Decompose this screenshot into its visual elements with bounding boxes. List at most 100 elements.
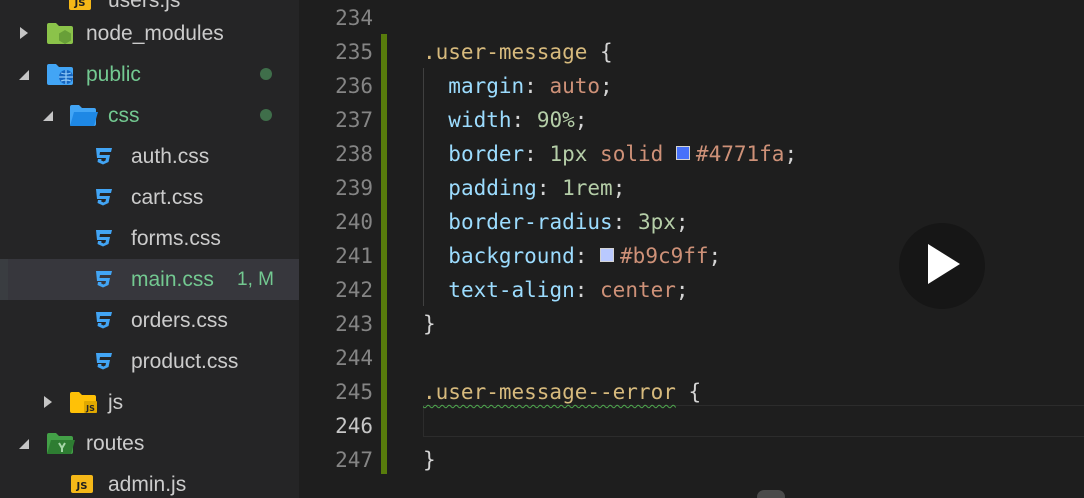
- line-number: 237: [335, 108, 373, 132]
- horizontal-scrollbar[interactable]: [757, 490, 785, 498]
- line-number: 246: [335, 414, 373, 438]
- svg-text:JS: JS: [85, 404, 95, 413]
- code-token: :: [612, 210, 638, 234]
- code-token: ;: [708, 244, 722, 268]
- chevron-down-icon[interactable]: [17, 68, 31, 82]
- tree-item-label: forms.css: [131, 226, 221, 250]
- tree-item-label: node_modules: [86, 21, 224, 45]
- code-line[interactable]: border: 1px solid #4771fa;: [423, 137, 797, 171]
- modified-dot: [260, 68, 272, 80]
- explorer-sidebar: JS users.js node_modules public css auth…: [0, 0, 299, 498]
- code-line[interactable]: margin: auto;: [423, 69, 612, 103]
- tree-item-orders-css[interactable]: orders.css: [0, 300, 299, 341]
- code-token: 90%: [536, 108, 575, 132]
- code-token: 1px: [549, 142, 588, 166]
- modified-dot: [260, 109, 272, 121]
- tree-item-label: admin.js: [108, 472, 187, 496]
- chevron-down-icon[interactable]: [41, 109, 55, 123]
- problems-modified-badge: 1, M: [237, 268, 274, 290]
- code-token: background: [448, 244, 575, 268]
- code-token: 3px: [637, 210, 676, 234]
- line-number: 247: [335, 448, 373, 472]
- line-number: 241: [335, 244, 373, 268]
- tree-item-label: product.css: [131, 349, 239, 373]
- code-line[interactable]: padding: 1rem;: [423, 171, 625, 205]
- routes-folder-icon: [46, 431, 76, 455]
- code-token: padding: [448, 176, 537, 200]
- css-file-icon: [93, 227, 115, 249]
- tree-item-cart-css[interactable]: cart.css: [0, 177, 299, 218]
- code-token: margin: [448, 74, 525, 98]
- code-token: .user-message: [423, 40, 588, 64]
- color-swatch[interactable]: [600, 248, 615, 262]
- code-token: :: [574, 244, 601, 268]
- line-number: 238: [335, 142, 373, 166]
- css-file-icon: [93, 145, 115, 167]
- code-token: auto: [549, 74, 601, 98]
- code-line[interactable]: .user-message {: [423, 35, 613, 69]
- line-number: 236: [335, 74, 373, 98]
- code-token: :: [524, 142, 550, 166]
- code-token: ;: [675, 278, 689, 302]
- tree-item-public[interactable]: public: [0, 54, 299, 95]
- code-token: #b9c9ff: [620, 244, 709, 268]
- code-line[interactable]: border-radius: 3px;: [423, 205, 688, 239]
- code-token: :: [574, 278, 601, 302]
- line-number: 242: [335, 278, 373, 302]
- js-file-icon: JS: [68, 0, 92, 11]
- play-icon: [922, 242, 962, 291]
- tree-item-label: orders.css: [131, 308, 228, 332]
- code-token: :: [524, 74, 550, 98]
- tree-item-label: public: [86, 62, 141, 86]
- code-token: #4771fa: [695, 142, 785, 166]
- tree-item-label: auth.css: [131, 144, 210, 168]
- line-number: 239: [335, 176, 373, 200]
- play-button[interactable]: [899, 223, 985, 309]
- code-token: ;: [612, 176, 626, 200]
- code-line[interactable]: }: [423, 443, 436, 477]
- node-folder-icon: [46, 21, 74, 45]
- code-token: :: [536, 176, 563, 200]
- tree-item-label: css: [108, 103, 140, 127]
- chevron-right-icon[interactable]: [41, 395, 55, 409]
- selection-marker: [0, 259, 8, 300]
- tree-item-css-folder[interactable]: css: [0, 95, 299, 136]
- tree-item-js-folder[interactable]: JS js: [0, 382, 299, 423]
- current-line-highlight: [423, 405, 1084, 437]
- tree-item-forms-css[interactable]: forms.css: [0, 218, 299, 259]
- tree-item-product-css[interactable]: product.css: [0, 341, 299, 382]
- line-number: 243: [335, 312, 373, 336]
- code-line[interactable]: .user-message--error {: [423, 375, 701, 409]
- code-token: width: [448, 108, 512, 132]
- code-token: .user-message--error: [423, 380, 676, 404]
- svg-text:JS: JS: [76, 481, 88, 492]
- tree-item-label: cart.css: [131, 185, 204, 209]
- chevron-right-icon[interactable]: [17, 26, 31, 40]
- chevron-down-icon[interactable]: [17, 437, 31, 451]
- tree-item-label: main.css: [131, 267, 214, 291]
- svg-text:JS: JS: [74, 0, 86, 9]
- code-token: border: [448, 142, 525, 166]
- css-file-icon: [93, 350, 115, 372]
- tree-item-label: js: [108, 390, 124, 414]
- tree-item-main-css[interactable]: main.css 1, M: [0, 259, 299, 300]
- line-number: 240: [335, 210, 373, 234]
- code-token: center: [600, 278, 676, 302]
- tree-item-routes[interactable]: routes: [0, 423, 299, 464]
- tree-item-auth-css[interactable]: auth.css: [0, 136, 299, 177]
- code-line[interactable]: background: #b9c9ff;: [423, 239, 721, 273]
- color-swatch[interactable]: [675, 146, 690, 160]
- tree-item-admin-js[interactable]: JS admin.js: [0, 464, 299, 498]
- code-line[interactable]: width: 90%;: [423, 103, 587, 137]
- code-token: }: [423, 448, 436, 472]
- code-line[interactable]: }: [423, 307, 436, 341]
- code-token: ;: [574, 108, 588, 132]
- code-line[interactable]: text-align: center;: [423, 273, 689, 307]
- tree-item-node-modules[interactable]: node_modules: [0, 13, 299, 54]
